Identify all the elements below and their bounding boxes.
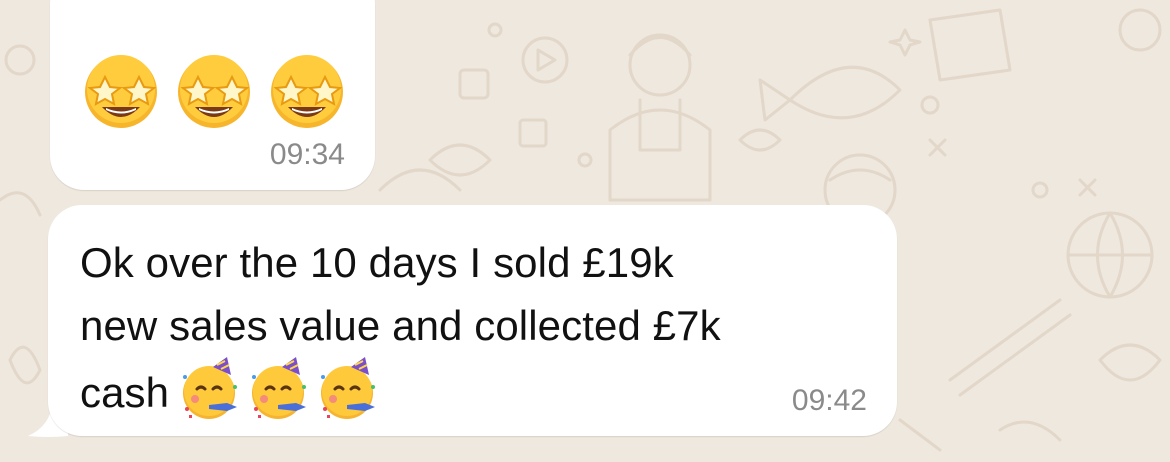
partying-face-emoji-icon bbox=[183, 357, 238, 419]
message-text: Ok over the 10 days I sold £19k new sale… bbox=[80, 231, 870, 424]
star-struck-emoji-icon bbox=[85, 55, 157, 128]
partying-face-emoji-icon bbox=[252, 357, 307, 419]
message-text-line: new sales value and collected £7k bbox=[80, 302, 721, 349]
message-text-line-last: cash bbox=[80, 357, 870, 424]
message-bubble-1[interactable]: 09:34 bbox=[50, 0, 375, 190]
message-text-line: Ok over the 10 days I sold £19k bbox=[80, 239, 674, 286]
emoji-row bbox=[78, 47, 350, 133]
partying-face-emoji-icon bbox=[321, 357, 376, 419]
star-struck-emoji-icon bbox=[271, 55, 343, 128]
emoji-row bbox=[179, 357, 381, 421]
message-text-line: cash bbox=[80, 369, 170, 416]
message-bubble-2[interactable]: Ok over the 10 days I sold £19k new sale… bbox=[48, 205, 897, 436]
message-timestamp: 09:34 bbox=[269, 138, 345, 171]
star-struck-emoji-icon bbox=[178, 55, 250, 128]
message-timestamp: 09:42 bbox=[791, 384, 867, 417]
